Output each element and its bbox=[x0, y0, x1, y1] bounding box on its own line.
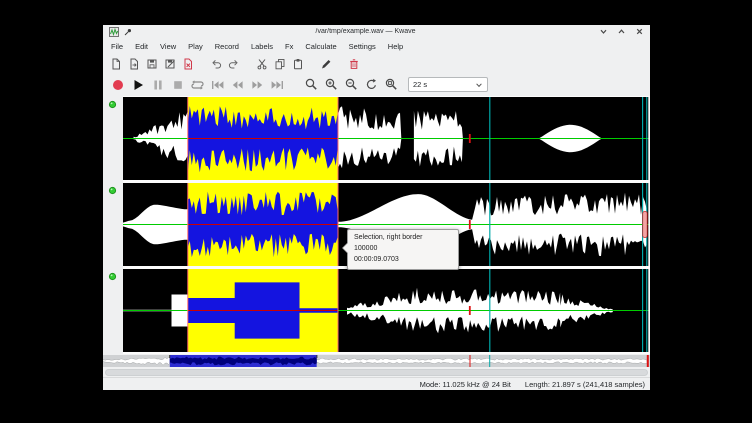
pin-icon[interactable] bbox=[124, 28, 132, 36]
minimize-button[interactable] bbox=[599, 27, 608, 36]
kwave-app-icon bbox=[109, 27, 119, 37]
track2-enabled-led[interactable] bbox=[108, 186, 117, 195]
menu-view[interactable]: View bbox=[154, 40, 182, 53]
track-3[interactable] bbox=[123, 269, 650, 352]
record-button[interactable] bbox=[108, 76, 127, 94]
undo-icon[interactable] bbox=[208, 56, 223, 71]
redo-icon[interactable] bbox=[226, 56, 241, 71]
forward-button[interactable] bbox=[248, 76, 267, 94]
screen: /var/tmp/example.wav — Kwave File Edit V… bbox=[0, 0, 752, 423]
zoom-out-icon[interactable] bbox=[342, 76, 361, 94]
zoom-in-icon[interactable] bbox=[322, 76, 341, 94]
track3-enabled-led[interactable] bbox=[108, 272, 117, 281]
zoom-combobox[interactable]: 22 s bbox=[408, 77, 488, 92]
maximize-button[interactable] bbox=[617, 27, 626, 36]
copy-icon[interactable] bbox=[272, 56, 287, 71]
menubar: File Edit View Play Record Labels Fx Cal… bbox=[103, 38, 652, 54]
file-toolbar bbox=[103, 54, 655, 73]
playback-toolbar: 22 s bbox=[103, 73, 655, 96]
status-mode: Mode: 11.025 kHz @ 24 Bit bbox=[420, 380, 511, 389]
waveform-track-3[interactable] bbox=[123, 269, 650, 352]
statusbar: Mode: 11.025 kHz @ 24 Bit Length: 21.897… bbox=[103, 377, 650, 390]
zoom-100-icon[interactable] bbox=[362, 76, 381, 94]
zoom-all-icon[interactable] bbox=[382, 76, 401, 94]
window-title: /var/tmp/example.wav — Kwave bbox=[137, 28, 594, 35]
save-file-as-icon[interactable] bbox=[162, 56, 177, 71]
new-file-icon[interactable] bbox=[108, 56, 123, 71]
menu-record[interactable]: Record bbox=[209, 40, 245, 53]
selection-tooltip: Selection, right border 100000 00:00:09.… bbox=[347, 229, 459, 270]
close-button[interactable] bbox=[635, 27, 644, 36]
overview-bar[interactable] bbox=[103, 355, 650, 367]
status-length: Length: 21.897 s (241,418 samples) bbox=[525, 380, 645, 389]
delete-icon[interactable] bbox=[346, 56, 361, 71]
menu-calculate[interactable]: Calculate bbox=[299, 40, 342, 53]
open-file-icon[interactable] bbox=[126, 56, 141, 71]
zoom-selection-icon[interactable] bbox=[302, 76, 321, 94]
cut-icon[interactable] bbox=[254, 56, 269, 71]
kwave-window: /var/tmp/example.wav — Kwave File Edit V… bbox=[103, 25, 650, 390]
signal-area bbox=[103, 96, 650, 354]
tooltip-time: 00:00:09.0703 bbox=[354, 255, 452, 266]
tooltip-title: Selection, right border bbox=[354, 233, 452, 244]
last-button[interactable] bbox=[268, 76, 287, 94]
waveform-track-1[interactable] bbox=[123, 97, 650, 180]
track-1[interactable] bbox=[123, 97, 650, 180]
close-file-icon[interactable] bbox=[180, 56, 195, 71]
horizontal-scrollbar[interactable] bbox=[105, 369, 648, 376]
pause-button[interactable] bbox=[148, 76, 167, 94]
tooltip-samples: 100000 bbox=[354, 244, 452, 255]
track1-enabled-led[interactable] bbox=[108, 100, 117, 109]
menu-edit[interactable]: Edit bbox=[129, 40, 154, 53]
play-button[interactable] bbox=[128, 76, 147, 94]
zoom-combobox-value: 22 s bbox=[413, 80, 475, 89]
menu-play[interactable]: Play bbox=[182, 40, 209, 53]
save-file-icon[interactable] bbox=[144, 56, 159, 71]
tracks-container bbox=[123, 97, 650, 355]
edit-pen-icon[interactable] bbox=[318, 56, 333, 71]
stop-button[interactable] bbox=[168, 76, 187, 94]
titlebar[interactable]: /var/tmp/example.wav — Kwave bbox=[103, 25, 650, 38]
chevron-down-icon bbox=[475, 81, 483, 89]
previous-button[interactable] bbox=[208, 76, 227, 94]
rewind-button[interactable] bbox=[228, 76, 247, 94]
menu-help[interactable]: Help bbox=[382, 40, 409, 53]
loop-button[interactable] bbox=[188, 76, 207, 94]
menu-file[interactable]: File bbox=[105, 40, 129, 53]
menu-labels[interactable]: Labels bbox=[245, 40, 279, 53]
paste-icon[interactable] bbox=[290, 56, 305, 71]
track-controls-strip bbox=[103, 96, 123, 354]
menu-settings[interactable]: Settings bbox=[343, 40, 382, 53]
menu-fx[interactable]: Fx bbox=[279, 40, 299, 53]
